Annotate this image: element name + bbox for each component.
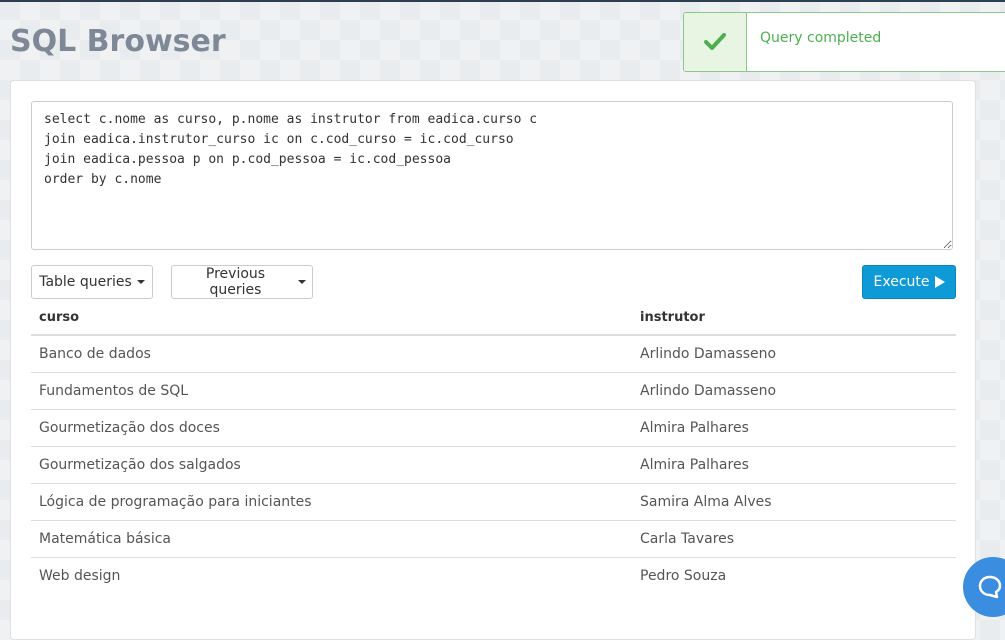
toast-icon-area xyxy=(684,13,747,71)
play-icon xyxy=(934,276,945,288)
previous-queries-button[interactable]: Previous queries xyxy=(171,265,313,299)
top-border xyxy=(0,0,1005,2)
column-header-curso[interactable]: curso xyxy=(31,301,632,336)
execute-button[interactable]: Execute xyxy=(862,265,956,299)
sql-editor[interactable] xyxy=(31,101,953,250)
cell-instrutor: Samira Alma Alves xyxy=(632,483,956,521)
previous-queries-label: Previous queries xyxy=(205,266,266,298)
table-row[interactable]: Lógica de programação para iniciantes Sa… xyxy=(31,483,956,521)
cell-instrutor: Arlindo Damasseno xyxy=(632,372,956,410)
table-queries-button[interactable]: Table queries xyxy=(31,265,153,299)
cell-curso: Banco de dados xyxy=(31,335,632,373)
column-header-instrutor[interactable]: instrutor xyxy=(632,301,956,336)
caret-down-icon xyxy=(298,280,306,284)
results-header-row: curso instrutor xyxy=(31,301,956,336)
check-icon xyxy=(704,33,726,50)
cell-instrutor: Almira Palhares xyxy=(632,446,956,484)
cell-curso: Gourmetização dos salgados xyxy=(31,446,632,484)
toast-message: Query completed xyxy=(760,30,882,46)
success-toast[interactable]: Query completed xyxy=(683,12,1005,72)
table-row[interactable]: Matemática básica Carla Tavares xyxy=(31,520,956,558)
cell-curso: Fundamentos de SQL xyxy=(31,372,632,410)
table-row[interactable]: Gourmetização dos doces Almira Palhares xyxy=(31,409,956,447)
cell-curso: Lógica de programação para iniciantes xyxy=(31,483,632,521)
page-title: SQL Browser xyxy=(10,24,226,59)
table-queries-label: Table queries xyxy=(39,274,132,290)
cell-instrutor: Almira Palhares xyxy=(632,409,956,447)
cell-curso: Gourmetização dos doces xyxy=(31,409,632,447)
table-row[interactable]: Gourmetização dos salgados Almira Palhar… xyxy=(31,446,956,484)
query-panel: Table queries Previous queries Execute c… xyxy=(10,80,976,640)
cell-curso: Web design xyxy=(39,567,121,584)
cell-instrutor: Arlindo Damasseno xyxy=(632,335,956,373)
table-row[interactable]: Web design Pedro Souza xyxy=(31,557,956,594)
table-row[interactable]: Fundamentos de SQL Arlindo Damasseno xyxy=(31,372,956,410)
cell-instrutor: Carla Tavares xyxy=(632,520,956,558)
cell-instrutor: Pedro Souza xyxy=(640,567,727,584)
table-row[interactable]: Banco de dados Arlindo Damasseno xyxy=(31,335,956,373)
cell-curso: Matemática básica xyxy=(31,520,632,558)
results-table: curso instrutor Banco de dados Arlindo D… xyxy=(31,301,956,594)
chat-icon xyxy=(978,575,1002,599)
caret-down-icon xyxy=(136,280,145,284)
execute-label: Execute xyxy=(873,274,930,290)
